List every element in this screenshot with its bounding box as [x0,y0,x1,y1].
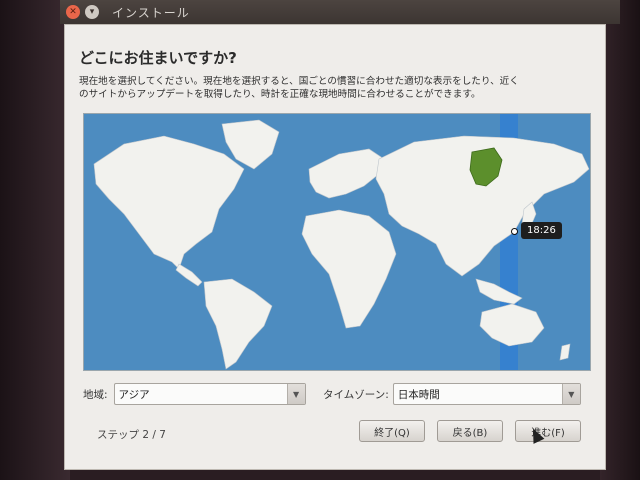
land-europe [308,148,385,199]
land-north-america [93,135,245,270]
timezone-value: 日本時間 [397,388,440,401]
region-label: 地域: [83,388,108,401]
quit-button[interactable]: 終了(Q) [359,420,425,442]
land-south-america [203,278,273,370]
world-map-graphic [93,114,590,370]
region-row: 地域: アジア ▼ [83,382,306,406]
background-right [600,0,640,480]
region-value: アジア [118,388,150,401]
window-title: インストール [112,5,190,20]
page-title: どこにお住まいですか? [79,49,237,67]
forward-button[interactable]: 進む(F) [515,420,581,442]
minimize-icon[interactable]: ▾ [85,5,99,19]
land-central-america [175,263,203,287]
region-select[interactable]: アジア ▼ [113,383,306,405]
description-line-2: のサイトからアップデートを取得したり、時計を正確な現地時間に合わせることができま… [79,89,481,100]
step-indicator: ステップ 2 / 7 [97,429,166,441]
timezone-select[interactable]: 日本時間 ▼ [392,383,581,405]
timezone-row: タイムゾーン: 日本時間 ▼ [323,382,581,406]
back-button[interactable]: 戻る(B) [437,420,503,442]
description-line-1: 現在地を選択してください。現在地を選択すると、国ごとの慣習に合わせた適切な表示を… [79,76,519,87]
timezone-label: タイムゾーン: [323,388,389,401]
installer-window: どこにお住まいですか? 現在地を選択してください。現在地を選択すると、国ごとの慣… [64,24,606,470]
local-time-tooltip: 18:26 [521,222,562,239]
chevron-down-icon[interactable]: ▼ [286,384,305,404]
land-australia [479,303,545,347]
chevron-down-icon[interactable]: ▼ [561,384,580,404]
background-left [0,0,70,480]
window-titlebar: ✕ ▾ インストール [60,0,620,24]
page-description: 現在地を選択してください。現在地を選択すると、国ごとの慣習に合わせた適切な表示を… [79,75,591,101]
close-icon[interactable]: ✕ [66,5,80,19]
world-map[interactable]: 18:26 [83,113,591,371]
land-africa [301,209,397,329]
selected-city-marker[interactable] [511,228,518,235]
land-new-zealand [559,343,571,361]
